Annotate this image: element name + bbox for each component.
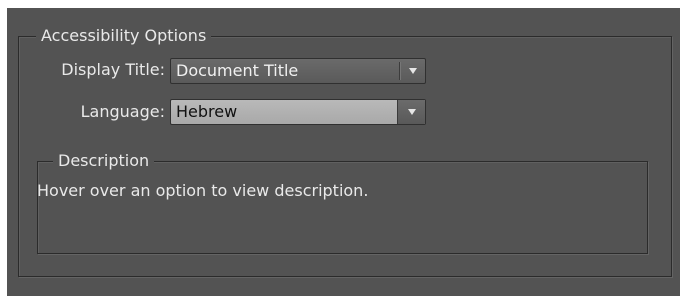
language-dropdown-button[interactable] — [397, 100, 425, 124]
language-dropdown[interactable]: Hebrew — [170, 99, 426, 125]
display-title-label: Display Title: — [61, 60, 165, 79]
dropdown-separator — [399, 62, 400, 80]
description-title: Description — [53, 151, 155, 171]
chevron-down-icon — [409, 68, 417, 74]
description-group — [37, 161, 648, 254]
language-label: Language: — [80, 102, 165, 121]
description-text: Hover over an option to view description… — [37, 181, 369, 200]
chevron-down-icon — [408, 109, 416, 115]
display-title-dropdown[interactable]: Document Title — [170, 58, 426, 84]
accessibility-options-title: Accessibility Options — [36, 26, 212, 46]
display-title-value: Document Title — [176, 61, 299, 80]
language-value: Hebrew — [176, 102, 238, 121]
accessibility-panel: Accessibility Options Display Title: Doc… — [7, 8, 680, 296]
